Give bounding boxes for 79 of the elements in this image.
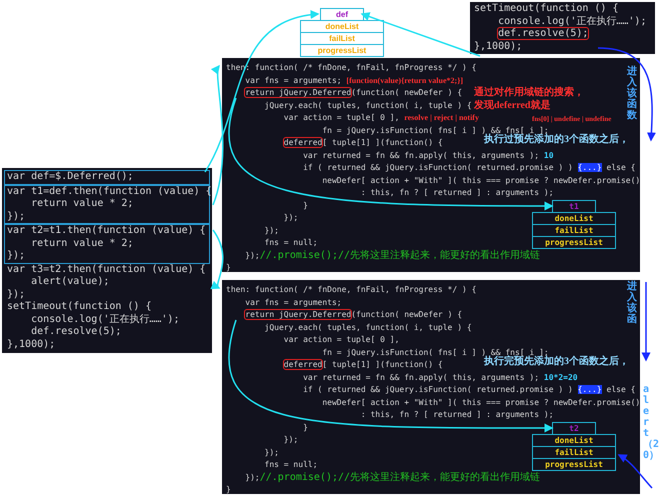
code-text: }); <box>264 448 279 456</box>
code-text: def.resolve(5); <box>31 326 122 337</box>
highlighted-code: return jQuery.Deferred <box>245 88 352 97</box>
code-text: jQuery.each( tuples, function( i, tuple ) { <box>264 322 472 332</box>
code-text: var fns = arguments; <box>245 298 342 306</box>
code-text: var returned = fn && fn.apply( this, arguments ); <box>303 372 540 382</box>
code-text: } <box>303 422 308 432</box>
code-text: setTimeout(function () { <box>474 3 618 14</box>
code-text: newDefer[ action + "With" ]( this === promise ? newDefer.promise() <box>322 176 640 184</box>
code-text: }); <box>245 250 260 260</box>
code-comment: //.promise();//先将这里注释起来，能更好的看出作用域链 <box>260 250 540 260</box>
code-comment: //.promise();//先将这里注释起来，能更好的看出作用域链 <box>260 472 540 482</box>
code-text: fn = jQuery.isFunction( fns[ i ] ) && fns[ i ]; <box>322 348 549 356</box>
list-box-title: t2 <box>552 422 596 434</box>
code-text: else { <box>606 163 636 172</box>
code-text: if ( returned && jQuery.isFunction( returned.promise ) ) <box>303 163 574 172</box>
annotation: resolve | reject | notify <box>404 113 479 122</box>
list-box-row: progressList <box>300 45 384 57</box>
code-text: },1000); <box>474 40 522 52</box>
code-text: var fns = arguments; <box>245 76 343 84</box>
value-note: 10*2=20 <box>544 372 578 382</box>
code-text: if ( returned && jQuery.isFunction( returned.promise ) ) <box>303 385 574 394</box>
code-text: fn = jQuery.isFunction( fns[ i ] ) && fns[ i ]; <box>322 126 549 134</box>
code-text: var def=$.Deferred(); <box>7 171 134 182</box>
code-text: }); <box>284 435 298 444</box>
code-text: : this, fn ? [ returned ] : arguments ); <box>360 410 554 419</box>
annotation: [function(value){return value*2;}] <box>346 76 464 84</box>
code-text: var action = tuple[ 0 ], <box>284 335 400 344</box>
code-text: }); <box>245 472 260 482</box>
value-note: 10 <box>544 150 554 160</box>
list-box-row: failList <box>300 33 384 45</box>
code-text: }); <box>7 288 26 300</box>
code-text: }); <box>264 226 279 234</box>
list-box-row: failList <box>532 447 616 459</box>
code-text: console.log('正在执行……'); <box>498 16 646 26</box>
highlighted-code: deferred <box>284 360 322 369</box>
code-text: var action = tuple[ 0 ], <box>284 113 400 122</box>
code-text: fns = null; <box>264 460 318 469</box>
code-text: var returned = fn && fn.apply( this, arguments ); <box>303 150 540 160</box>
code-text: (function( newDefer ) { <box>351 310 462 319</box>
code-text: }); <box>7 250 26 261</box>
code-text: alert(value); <box>31 276 110 287</box>
list-box-row: doneList <box>532 434 616 447</box>
highlighted-code: deferred <box>284 138 322 147</box>
collapsed-block: {...} <box>578 385 602 394</box>
highlighted-code: def.resolve(5); <box>498 28 588 39</box>
code-text: [ tuple[1] ](function() { <box>322 360 443 369</box>
code-text: } <box>303 200 308 210</box>
code-text: return value * 2; <box>31 238 134 248</box>
collapsed-block: {...} <box>578 163 602 172</box>
code-text: setTimeout(function () { <box>7 301 152 312</box>
code-text: : this, fn ? [ returned ] : arguments ); <box>360 188 554 197</box>
list-box-row: doneList <box>300 20 384 33</box>
arrow <box>210 230 224 290</box>
code-text: var t3=t2.then(function (value) { <box>7 264 206 274</box>
annotation: 进入该函 <box>627 281 638 325</box>
code-text: newDefer[ action + "With" ]( this === promise ? newDefer.promise() <box>322 398 640 406</box>
annotation: 进入该函数 <box>627 66 638 121</box>
code-text: } <box>226 263 231 272</box>
code-text: }); <box>284 213 298 222</box>
list-box-row: progressList <box>532 237 616 249</box>
code-text: },1000); <box>7 338 56 350</box>
list-box-title: t1 <box>552 200 596 212</box>
code-text: jQuery.each( tuples, function( i, tuple ) { <box>264 100 472 110</box>
list-box-row: doneList <box>532 212 616 225</box>
code-text: fns = null; <box>264 238 318 247</box>
code-text: (function( newDefer ) { <box>351 88 462 97</box>
code-text: } <box>226 485 231 494</box>
code-text: then: function( /* fnDone, fnFail, fnProgress */ ) { <box>226 285 476 294</box>
code-text: return value * 2; <box>31 198 134 209</box>
code-text: var t2=t1.then(function (value) { <box>7 225 206 236</box>
list-box-row: failList <box>532 225 616 237</box>
code-text: }); <box>7 210 26 222</box>
highlighted-code: return jQuery.Deferred <box>245 310 352 319</box>
code-text: [ tuple[1] ](function() { <box>322 138 443 147</box>
list-box-row: progressList <box>532 459 616 471</box>
code-text: console.log('正在执行……'); <box>31 314 180 324</box>
code-text: else { <box>606 385 636 394</box>
list-box-title: def <box>320 8 364 20</box>
